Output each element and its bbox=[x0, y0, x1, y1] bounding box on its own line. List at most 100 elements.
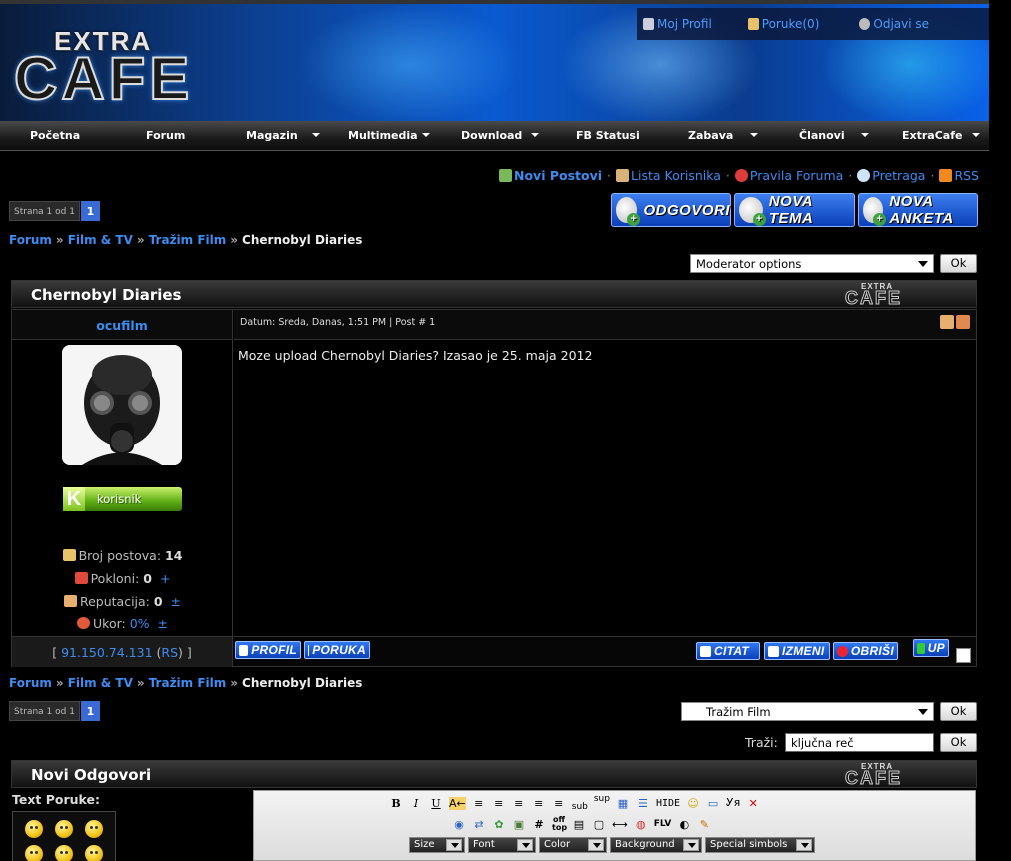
nav-item-clanovi[interactable]: Članovi bbox=[799, 129, 869, 142]
new-topic-button[interactable]: NOVA TEMA bbox=[734, 193, 855, 227]
search-link[interactable]: Pretraga bbox=[872, 168, 925, 183]
tongue-smiley-icon[interactable] bbox=[85, 844, 103, 861]
moderator-options-select[interactable]: Moderator options bbox=[690, 254, 934, 273]
nav-item-magazin[interactable]: Magazin bbox=[246, 129, 320, 142]
quote-button[interactable]: CITAT bbox=[696, 642, 760, 660]
pencil-color-button[interactable]: ✎ bbox=[697, 818, 711, 831]
page-number-current[interactable]: 1 bbox=[80, 701, 100, 721]
messages-link[interactable]: Poruke(0) bbox=[747, 17, 819, 31]
thumbs-down-icon[interactable] bbox=[956, 315, 970, 329]
forum-rules-link[interactable]: Pravila Foruma bbox=[750, 168, 843, 183]
align-center-button[interactable]: ≡ bbox=[492, 797, 506, 810]
nav-item-zabava[interactable]: Zabava bbox=[688, 129, 758, 142]
nav-item-multimedia[interactable]: Multimedia bbox=[348, 129, 430, 142]
strike-button[interactable]: A← bbox=[449, 796, 466, 810]
add-gift-link[interactable]: + bbox=[160, 571, 170, 586]
edit-button[interactable]: IZMENI bbox=[764, 642, 830, 660]
breadcrumb-trazim-film[interactable]: Tražim Film bbox=[149, 676, 227, 690]
media-button[interactable]: ◐ bbox=[677, 818, 691, 831]
align-right-button[interactable]: ≡ bbox=[512, 797, 526, 810]
emoticon-button[interactable]: ☺ bbox=[686, 797, 700, 810]
select-post-checkbox[interactable] bbox=[956, 648, 971, 663]
color-dropdown[interactable]: Color bbox=[539, 837, 607, 853]
code-button[interactable]: # bbox=[532, 818, 546, 831]
page-number-current[interactable]: 1 bbox=[80, 201, 100, 221]
flower-button[interactable]: ✿ bbox=[492, 818, 506, 831]
new-posts-link[interactable]: Novi Postovi bbox=[514, 168, 602, 183]
avatar[interactable] bbox=[62, 345, 182, 465]
shocked-smiley-icon[interactable] bbox=[55, 844, 73, 861]
hr-button[interactable]: ⟷ bbox=[612, 818, 628, 831]
breadcrumb-forum[interactable]: Forum bbox=[9, 233, 52, 247]
breadcrumb-film-tv[interactable]: Film & TV bbox=[68, 676, 133, 690]
subscript-button[interactable]: sub bbox=[572, 802, 588, 812]
smiley-icon[interactable] bbox=[25, 819, 43, 838]
bold-button[interactable]: B bbox=[389, 797, 403, 810]
size-dropdown[interactable]: Size bbox=[409, 837, 465, 853]
nav-item-fb-statusi[interactable]: FB Statusi bbox=[576, 129, 640, 142]
author-name[interactable]: ocufilm bbox=[96, 318, 147, 333]
message-button[interactable]: PORUKA bbox=[304, 641, 370, 659]
swap-button[interactable]: ⇄ bbox=[472, 818, 486, 831]
chevron-down-icon bbox=[312, 133, 320, 137]
sad-smiley-icon[interactable] bbox=[55, 819, 73, 838]
font-dropdown[interactable]: Font bbox=[468, 837, 536, 853]
background-dropdown[interactable]: Background bbox=[610, 837, 702, 853]
search-ok-button[interactable]: Ok bbox=[940, 733, 977, 752]
thumbs-up-icon[interactable] bbox=[940, 315, 954, 329]
up-button[interactable]: UP bbox=[913, 639, 949, 657]
nav-item-pocetna[interactable]: Početna bbox=[30, 129, 80, 142]
quote-insert-button[interactable]: ▤ bbox=[572, 818, 586, 831]
logout-link[interactable]: Odjavi se bbox=[859, 17, 929, 31]
indent-button[interactable]: ≡ bbox=[552, 797, 566, 810]
breadcrumb-forum[interactable]: Forum bbox=[9, 676, 52, 690]
search-input[interactable]: ključna reč bbox=[785, 733, 934, 752]
spoiler-button[interactable]: ▢ bbox=[592, 818, 606, 831]
flv-button[interactable]: FLV bbox=[654, 819, 672, 829]
stat-warnings: Ukor: 0% ± bbox=[12, 616, 233, 631]
youtube-button[interactable]: ◍ bbox=[634, 818, 648, 831]
jump-ok-button[interactable]: Ok bbox=[940, 702, 977, 721]
justify-button[interactable]: ≡ bbox=[532, 797, 546, 810]
special-symbols-dropdown[interactable]: Special simbols bbox=[705, 837, 815, 853]
breadcrumb-film-tv[interactable]: Film & TV bbox=[68, 233, 133, 247]
forum-jump-select[interactable]: Tražim Film bbox=[681, 702, 934, 721]
align-left-button[interactable]: ≡ bbox=[472, 797, 486, 810]
remove-format-button[interactable]: ✕ bbox=[746, 797, 760, 810]
nav-item-download[interactable]: Download bbox=[461, 129, 539, 142]
table-button[interactable]: ▦ bbox=[616, 797, 630, 810]
country-link[interactable]: RS bbox=[161, 645, 178, 660]
grin-smiley-icon[interactable] bbox=[25, 844, 43, 861]
cyrillic-button[interactable]: Ꭹя bbox=[726, 796, 740, 810]
warning-icon bbox=[77, 617, 90, 629]
member-list-link[interactable]: Lista Korisnika bbox=[631, 168, 721, 183]
reply-button[interactable]: ODGOVORI bbox=[611, 193, 731, 227]
link-button[interactable]: ◉ bbox=[452, 818, 466, 831]
offtopic-button[interactable]: off top bbox=[552, 816, 567, 832]
new-poll-button[interactable]: NOVA ANKETA bbox=[858, 193, 978, 227]
moderator-ok-button[interactable]: Ok bbox=[940, 254, 977, 273]
logout-icon bbox=[859, 18, 871, 30]
site-logo[interactable]: EXTRA CAFE bbox=[13, 26, 234, 113]
rss-link[interactable]: RSS bbox=[954, 168, 979, 183]
hide-button[interactable]: HIDE bbox=[656, 798, 680, 809]
ip-link[interactable]: 91.150.74.131 bbox=[61, 645, 152, 660]
smiley-icon[interactable] bbox=[85, 819, 103, 838]
nav-item-forum[interactable]: Forum bbox=[146, 129, 185, 142]
my-profile-link[interactable]: Moj Profil bbox=[643, 17, 712, 31]
reputation-link[interactable]: ± bbox=[171, 594, 181, 609]
profile-button[interactable]: PROFIL bbox=[235, 641, 301, 659]
scrollbar[interactable] bbox=[989, 0, 1011, 861]
nav-item-extracafe[interactable]: ExtraCafe bbox=[902, 129, 980, 142]
chevron-down-icon bbox=[517, 839, 533, 851]
image-button[interactable]: ▣ bbox=[512, 818, 526, 831]
list-button[interactable]: ☰ bbox=[636, 797, 650, 810]
underline-button[interactable]: U bbox=[429, 797, 443, 810]
warning-link[interactable]: ± bbox=[158, 616, 168, 631]
italic-button[interactable]: I bbox=[409, 797, 423, 810]
keyboard-button[interactable]: ▭ bbox=[706, 797, 720, 810]
breadcrumb-trazim-film[interactable]: Tražim Film bbox=[149, 233, 227, 247]
superscript-button[interactable]: sup bbox=[594, 794, 610, 804]
delete-button[interactable]: OBRIŠI bbox=[833, 642, 898, 660]
breadcrumb-bottom: Forum» Film & TV» Tražim Film» Chernobyl Di… bbox=[9, 676, 363, 690]
